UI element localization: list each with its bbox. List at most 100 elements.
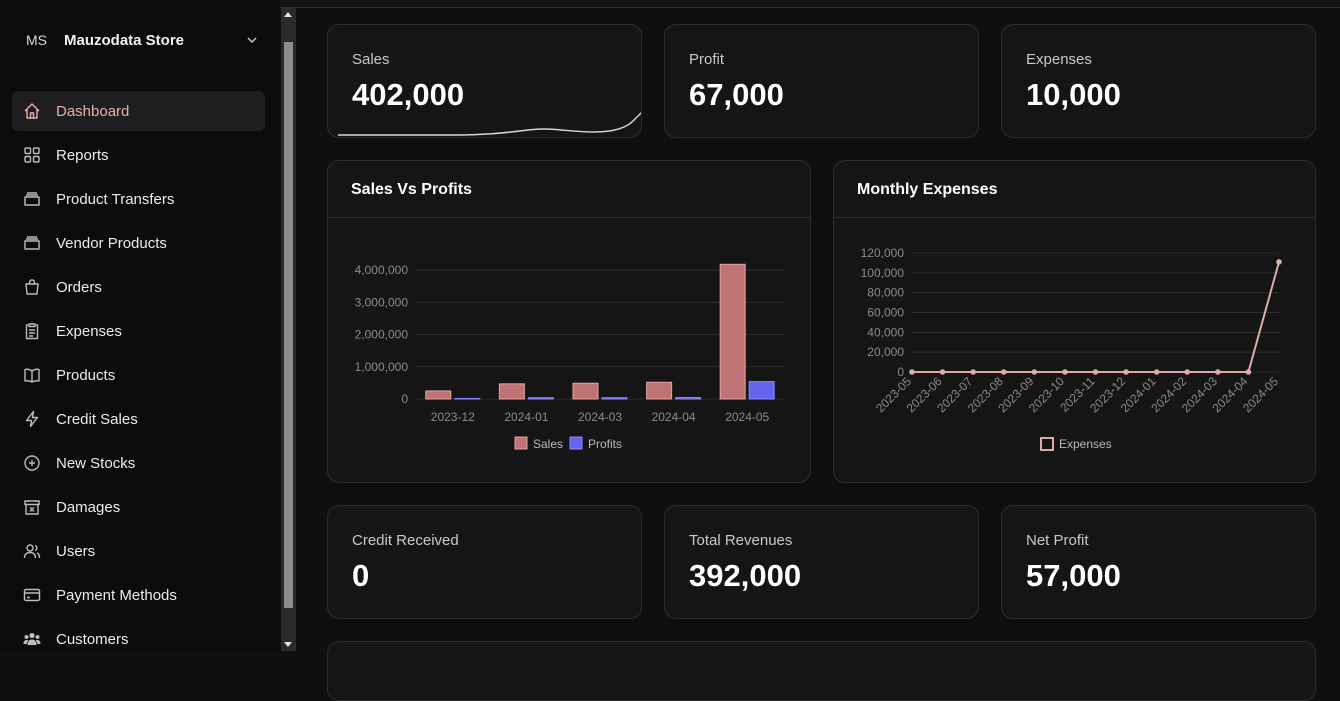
scroll-down-arrow-icon[interactable] [284,642,292,647]
bar-sales [720,264,745,399]
x-tick-label: 2024-05 [725,410,769,424]
bar-profits [676,398,701,399]
sidebar-item-label: Dashboard [56,103,129,120]
sidebar-item-label: Vendor Products [56,235,167,252]
sidebar-item-dashboard[interactable]: Dashboard [12,91,265,131]
chart-title: Sales Vs Profits [351,181,472,199]
stat-value: 57,000 [1026,558,1121,594]
data-point [1154,369,1160,375]
scrollbar-thumb[interactable] [284,42,293,608]
y-tick-label: 2,000,000 [355,328,409,342]
data-point [1123,369,1129,375]
legend-label-expenses: Expenses [1059,437,1112,451]
chevron-down-icon [246,34,258,46]
next-card [327,641,1316,701]
sidebar-item-label: Reports [56,147,109,164]
y-tick-label: 4,000,000 [355,263,409,277]
y-tick-label: 20,000 [867,345,904,359]
book-icon [22,365,42,385]
scroll-up-arrow-icon[interactable] [284,12,292,17]
data-point [909,369,915,375]
home-icon [22,101,42,121]
monthly-expenses-chart: 020,00040,00060,00080,000100,000120,0002… [834,219,1316,483]
stat-label: Expenses [1026,51,1092,68]
sidebar-item-damages[interactable]: Damages [12,487,265,527]
sidebar-item-expenses[interactable]: Expenses [12,311,265,351]
group-icon [22,629,42,649]
sidebar-item-orders[interactable]: Orders [12,267,265,307]
stat-label: Credit Received [352,532,459,549]
data-point [1215,369,1221,375]
sidebar-item-reports[interactable]: Reports [12,135,265,175]
sales-vs-profits-chart: 01,000,0002,000,0003,000,0004,000,000202… [328,219,811,483]
lightning-icon [22,409,42,429]
stat-label: Profit [689,51,724,68]
sidebar-item-label: Product Transfers [56,191,174,208]
sidebar-item-users[interactable]: Users [12,531,265,571]
sidebar-item-vendor-products[interactable]: Vendor Products [12,223,265,263]
y-tick-label: 100,000 [861,266,905,280]
y-tick-label: 1,000,000 [355,360,409,374]
bar-sales [647,382,672,399]
data-point [1062,369,1068,375]
legend-swatch-sales [515,437,527,449]
credit-card-icon [22,585,42,605]
store-name: Mauzodata Store [64,32,246,49]
sidebar-item-label: Damages [56,499,120,516]
sidebar-item-new-stocks[interactable]: New Stocks [12,443,265,483]
stat-value: 67,000 [689,77,784,113]
clipboard-icon [22,321,42,341]
main-content: Sales 402,000 Profit 67,000 Expenses 10,… [296,8,1340,651]
data-point [1184,369,1190,375]
sales-vs-profits-card: Sales Vs Profits 01,000,0002,000,0003,00… [327,160,811,483]
bar-sales [573,383,598,399]
users-icon [22,541,42,561]
credit-received-card: Credit Received 0 [327,505,642,619]
sidebar-nav: Dashboard Reports Product Transfers Vendor … [12,91,265,663]
store-switcher[interactable]: MS Mauzodata Store [26,30,258,50]
data-point [940,369,946,375]
chart-title: Monthly Expenses [857,181,997,199]
sidebar-item-label: Payment Methods [56,587,177,604]
box-icon [22,233,42,253]
y-tick-label: 3,000,000 [355,295,409,309]
card-header: Sales Vs Profits [328,161,810,218]
stat-label: Total Revenues [689,532,792,549]
sidebar-scrollbar[interactable] [281,8,296,651]
data-point [1032,369,1038,375]
plus-circle-icon [22,453,42,473]
data-point [1246,369,1252,375]
sidebar: MS Mauzodata Store Dashboard Reports Produ… [0,0,280,651]
legend-label-sales: Sales [533,437,563,451]
data-point [1001,369,1007,375]
sidebar-item-credit-sales[interactable]: Credit Sales [12,399,265,439]
sidebar-item-payment-methods[interactable]: Payment Methods [12,575,265,615]
legend-label-profits: Profits [588,437,622,451]
x-tick-label: 2024-04 [652,410,696,424]
sidebar-item-customers[interactable]: Customers [12,619,265,659]
sidebar-item-label: Customers [56,631,129,648]
y-tick-label: 60,000 [867,306,904,320]
sales-card: Sales 402,000 [327,24,642,138]
net-profit-card: Net Profit 57,000 [1001,505,1316,619]
y-tick-label: 80,000 [867,286,904,300]
stat-label: Sales [352,51,390,68]
x-tick-label: 2024-03 [578,410,622,424]
archive-x-icon [22,497,42,517]
bar-sales [426,391,451,399]
store-initials: MS [26,32,64,48]
sales-sparkline [328,107,642,137]
stat-value: 0 [352,558,369,594]
data-point [970,369,976,375]
monthly-expenses-card: Monthly Expenses 020,00040,00060,00080,0… [833,160,1316,483]
sidebar-item-product-transfers[interactable]: Product Transfers [12,179,265,219]
sidebar-item-products[interactable]: Products [12,355,265,395]
profit-card: Profit 67,000 [664,24,979,138]
legend-swatch-profits [570,437,582,449]
grid-icon [22,145,42,165]
bar-profits [602,398,627,399]
sidebar-item-label: Products [56,367,115,384]
shopping-bag-icon [22,277,42,297]
sidebar-item-label: Expenses [56,323,122,340]
y-tick-label: 120,000 [861,246,905,260]
